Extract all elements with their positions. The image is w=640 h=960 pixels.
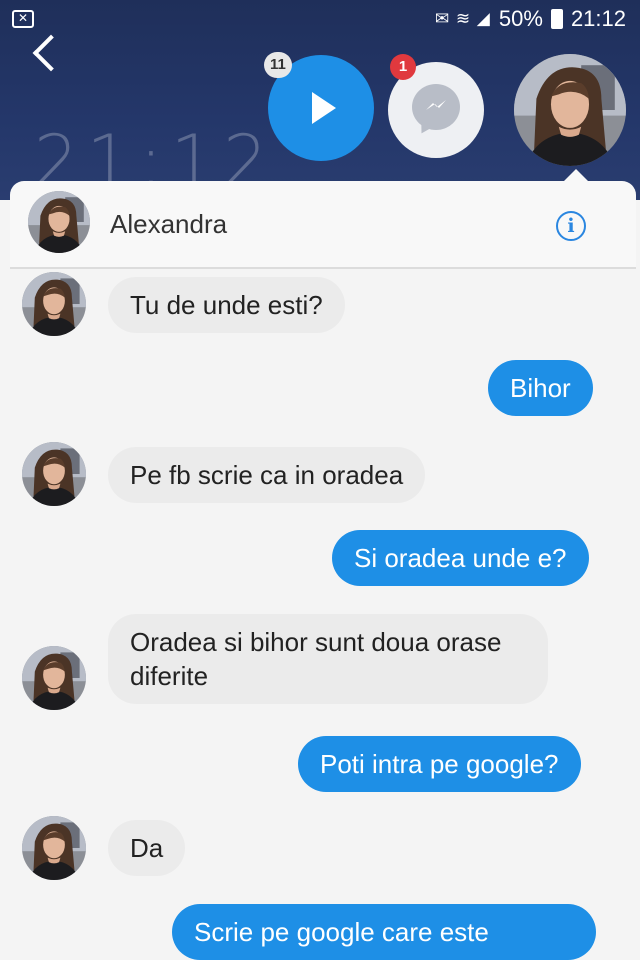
header-pointer (564, 169, 588, 181)
status-bar: ✕ ✉ ≋ ◢ 50% 21:12 (0, 0, 640, 42)
battery-icon (550, 9, 563, 29)
message-incoming: Da (108, 820, 186, 876)
message-outgoing: Poti intra pe google? (298, 736, 581, 792)
avatar (22, 442, 86, 506)
message-outgoing: Si oradea unde e? (332, 530, 589, 586)
message-incoming: Oradea si bihor sunt doua orase diferite (108, 614, 548, 704)
avatar (22, 816, 86, 880)
chat-header: Alexandra i (10, 169, 636, 269)
avatar (514, 54, 626, 166)
message-outgoing: Bihor (488, 360, 593, 416)
message-outgoing: Scrie pe google care este (172, 904, 596, 960)
info-icon[interactable]: i (556, 211, 586, 241)
message-incoming: Pe fb scrie ca in oradea (108, 447, 426, 503)
message-incoming: Tu de unde esti? (108, 277, 345, 333)
battery-percent: 50% (498, 6, 543, 31)
avatar (22, 272, 86, 336)
messenger-icon (412, 84, 460, 130)
contact-name[interactable]: Alexandra (110, 209, 227, 240)
messenger-badge: 1 (390, 54, 416, 80)
clock: 21:12 (570, 6, 626, 31)
video-badge: 11 (264, 52, 292, 78)
contact-chat-head[interactable] (514, 54, 626, 166)
notification-icon: ✕ (12, 10, 34, 28)
play-icon (312, 92, 336, 124)
avatar (22, 646, 86, 710)
avatar[interactable] (28, 191, 90, 253)
signal-icons: ✉ ≋ ◢ (434, 9, 491, 28)
